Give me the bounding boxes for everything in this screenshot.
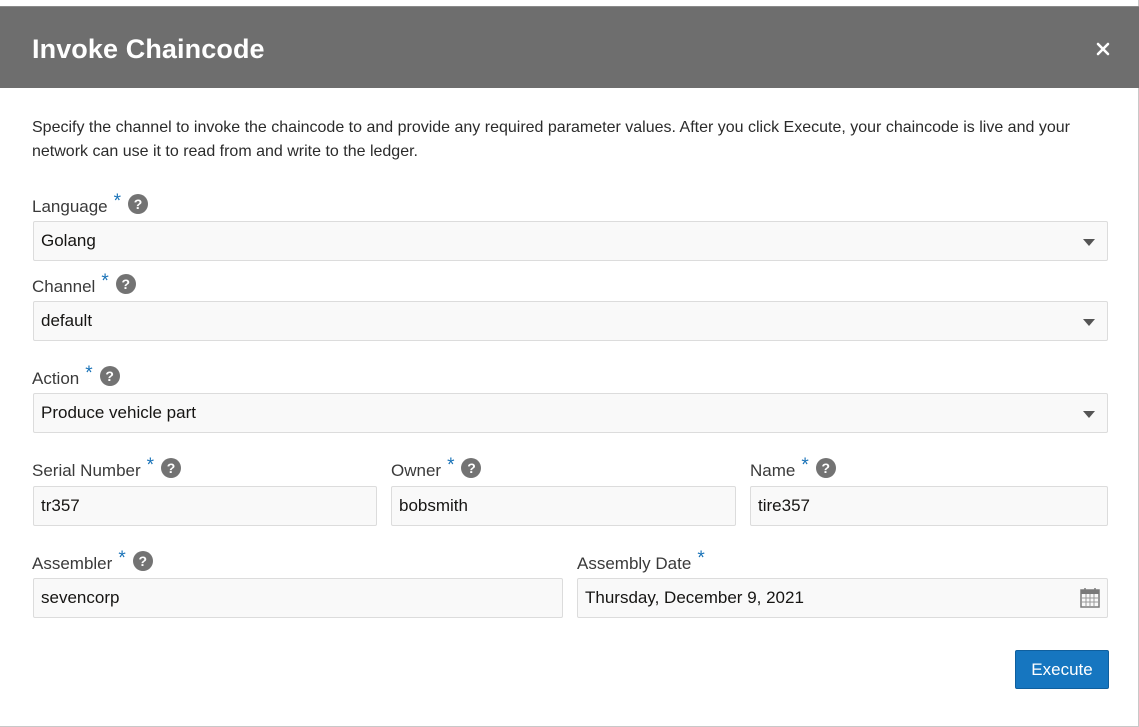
assembler-label-row: Assembler * ? xyxy=(32,548,153,576)
serial-number-label: Serial Number xyxy=(32,461,141,480)
dialog-description: Specify the channel to invoke the chainc… xyxy=(32,119,1070,160)
dialog-header: Invoke Chaincode xyxy=(0,6,1139,88)
action-value: Produce vehicle part xyxy=(41,403,196,422)
invoke-chaincode-dialog: Invoke Chaincode Specify the channel to … xyxy=(0,0,1139,727)
dialog-title: Invoke Chaincode xyxy=(32,34,265,64)
owner-label-row: Owner * ? xyxy=(391,455,482,483)
language-label: Language xyxy=(32,197,108,216)
channel-label-row: Channel * ? xyxy=(32,271,136,299)
language-label-row: Language * ? xyxy=(32,191,149,219)
required-marker: * xyxy=(801,455,809,476)
assembly-date-label: Assembly Date xyxy=(577,554,692,573)
assembler-value: sevencorp xyxy=(41,588,120,607)
required-marker: * xyxy=(85,363,93,384)
required-marker: * xyxy=(101,271,109,292)
help-icon[interactable]: ? xyxy=(161,458,182,478)
channel-label: Channel xyxy=(32,277,96,296)
channel-value: default xyxy=(41,311,93,330)
help-icon[interactable]: ? xyxy=(128,194,149,214)
assembly-date-value: Thursday, December 9, 2021 xyxy=(585,588,804,607)
required-marker: * xyxy=(118,548,126,569)
serial-number-input[interactable]: tr357 xyxy=(33,486,377,526)
close-icon[interactable] xyxy=(1091,37,1115,61)
name-label-row: Name * ? xyxy=(750,455,836,483)
assembly-date-input[interactable]: Thursday, December 9, 2021 xyxy=(577,578,1108,618)
chevron-down-icon xyxy=(1083,239,1095,246)
serial-number-value: tr357 xyxy=(41,496,80,515)
name-input[interactable]: tire357 xyxy=(750,486,1108,526)
action-select[interactable]: Produce vehicle part xyxy=(33,393,1108,433)
assembly-date-label-row: Assembly Date * xyxy=(577,548,705,576)
language-value: Golang xyxy=(41,231,96,250)
help-icon[interactable]: ? xyxy=(132,551,153,571)
assembler-label: Assembler xyxy=(32,554,113,573)
help-icon[interactable]: ? xyxy=(115,274,136,294)
help-icon[interactable]: ? xyxy=(815,458,836,478)
owner-input[interactable]: bobsmith xyxy=(391,486,736,526)
language-select[interactable]: Golang xyxy=(33,221,1108,261)
assembler-input[interactable]: sevencorp xyxy=(33,578,563,618)
required-marker: * xyxy=(113,191,122,212)
action-label-row: Action * ? xyxy=(32,363,120,391)
name-label: Name xyxy=(750,461,796,480)
calendar-icon[interactable] xyxy=(1079,587,1101,609)
name-value: tire357 xyxy=(758,496,810,515)
action-label: Action xyxy=(32,369,80,388)
help-icon[interactable]: ? xyxy=(461,458,482,478)
owner-label: Owner xyxy=(391,461,442,480)
required-marker: * xyxy=(146,455,155,476)
required-marker: * xyxy=(447,455,455,476)
help-icon[interactable]: ? xyxy=(99,366,120,386)
required-marker: * xyxy=(697,548,705,569)
owner-value: bobsmith xyxy=(399,496,468,515)
chevron-down-icon xyxy=(1083,319,1095,326)
execute-button[interactable]: Execute xyxy=(1015,650,1109,689)
channel-select[interactable]: default xyxy=(33,301,1108,341)
chevron-down-icon xyxy=(1083,411,1095,418)
serial-number-label-row: Serial Number * ? xyxy=(32,455,182,483)
